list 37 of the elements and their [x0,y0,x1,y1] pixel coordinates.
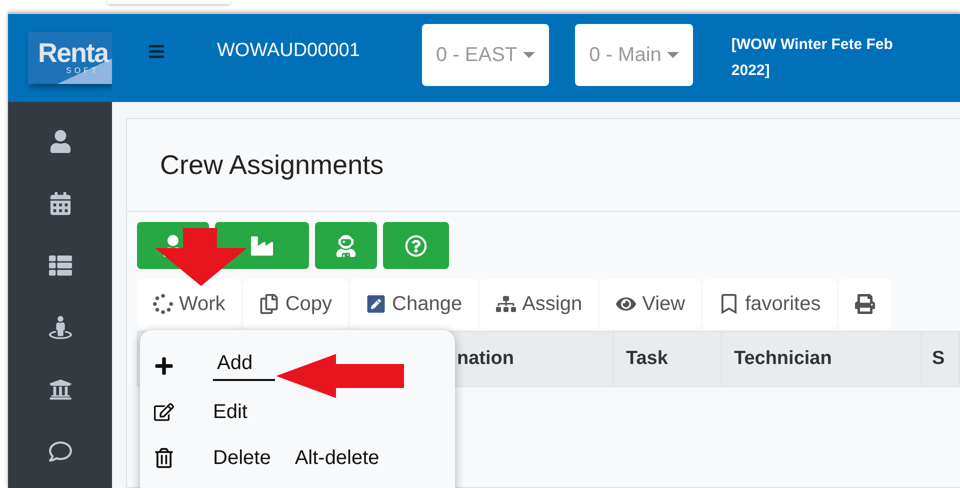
bank-icon[interactable] [48,378,72,401]
sitemap-icon [496,294,516,314]
account-code: WOWAUD00001 [217,40,361,62]
menu-item[interactable] [838,279,891,329]
list-icon[interactable] [48,254,72,277]
copy-icon [259,294,280,314]
page-title: Crew Assignments [127,119,960,212]
astronaut-icon [335,234,357,256]
dropdown-item[interactable]: Edit [140,394,455,430]
trash-icon [154,448,174,468]
factory-icon [251,234,273,256]
menu-item[interactable]: View [600,279,702,329]
bookmark-icon [719,294,740,314]
menu-item[interactable]: Change [350,279,478,329]
print-icon [854,294,875,314]
menu-item[interactable]: Copy [243,279,348,329]
column-header: Technician [722,332,922,386]
dropdown-item[interactable]: Delete Alt-delete [140,440,455,476]
spinner-icon [153,294,173,314]
event-name: [WOW Winter Fete Feb 2022] [731,35,894,81]
column-header: S [922,332,960,386]
menu-icon[interactable] [148,42,165,60]
edit-icon [154,402,174,422]
calendar-icon[interactable] [48,192,72,215]
toolbar-button[interactable] [315,222,377,269]
column-header: Task [614,332,722,386]
menu-item[interactable]: Work [137,279,242,329]
user-icon[interactable] [48,130,72,153]
menu-item[interactable]: favorites [703,279,837,329]
edit-icon [366,294,386,314]
person-icon[interactable] [48,316,72,339]
menu-item[interactable]: Assign [480,279,598,329]
toolbar-button[interactable] [383,222,449,269]
chat-icon[interactable] [48,440,72,463]
help-icon [405,234,427,256]
toolbar-button[interactable] [215,222,309,269]
plus-icon [154,356,174,376]
